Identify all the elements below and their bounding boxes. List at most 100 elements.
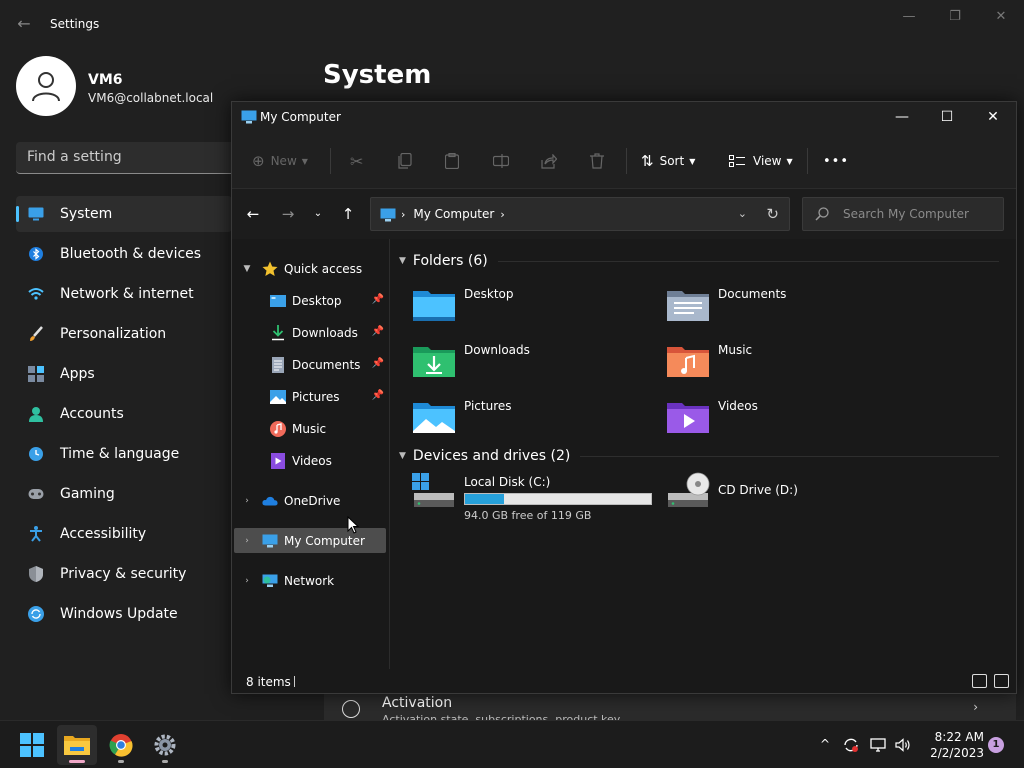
pin-icon[interactable]: 📌 <box>372 326 384 337</box>
settings-nav-bluetooth[interactable]: Bluetooth & devices <box>16 236 232 272</box>
settings-nav-accounts[interactable]: Accounts <box>16 396 232 432</box>
settings-nav-network[interactable]: Network & internet <box>16 276 232 312</box>
back-button[interactable]: ← <box>243 205 263 223</box>
notification-badge[interactable]: 1 <box>988 737 1004 753</box>
chevron-right-icon[interactable]: › <box>242 496 252 506</box>
nav-label: OneDrive <box>284 493 341 508</box>
settings-nav-label: Privacy & security <box>60 566 187 582</box>
taskbar: ^ 8:22 AM 2/2/2023 1 <box>0 720 1024 768</box>
nav-music[interactable]: Music <box>234 416 386 441</box>
forward-button[interactable]: → <box>278 205 298 223</box>
refresh-icon[interactable]: ↻ <box>766 205 779 223</box>
chevron-right-icon[interactable]: › <box>242 576 252 586</box>
network-status-icon[interactable] <box>870 737 886 757</box>
settings-nav-gaming[interactable]: Gaming <box>16 476 232 512</box>
maximize-button[interactable]: ☐ <box>932 106 962 128</box>
settings-nav-windows-update[interactable]: Windows Update <box>16 596 232 632</box>
drive-local-disk-c[interactable]: Local Disk (C:) 94.0 GB free of 119 GB <box>412 471 662 522</box>
chevron-right-icon[interactable]: › <box>242 536 252 546</box>
volume-icon[interactable] <box>895 737 911 757</box>
address-bar[interactable]: › My Computer › ⌄ ↻ <box>370 197 790 231</box>
settings-nav-personalization[interactable]: Personalization <box>16 316 232 352</box>
user-profile[interactable]: VM6 VM6@collabnet.local <box>16 56 236 118</box>
settings-search-input[interactable]: Find a setting <box>16 142 236 174</box>
chevron-right-icon: › <box>973 700 978 714</box>
chevron-down-icon[interactable]: ▼ <box>242 264 252 274</box>
hard-drive-icon <box>412 473 454 507</box>
settings-close-button[interactable]: ✕ <box>984 8 1018 26</box>
nav-pictures[interactable]: Pictures 📌 <box>234 384 386 409</box>
drives-group-header[interactable]: ▼ Devices and drives (2) <box>399 448 999 464</box>
rename-button[interactable] <box>493 151 509 171</box>
divider <box>580 455 999 457</box>
settings-minimize-button[interactable]: — <box>892 8 926 26</box>
folder-videos[interactable]: Videos <box>666 395 906 441</box>
status-bar: 8 items <box>232 669 1016 693</box>
chevron-down-icon: ▼ <box>689 156 696 166</box>
nav-network[interactable]: › Network <box>234 568 386 593</box>
copy-button[interactable] <box>398 151 412 171</box>
recent-locations-button[interactable]: ⌄ <box>308 205 328 223</box>
activation-row[interactable]: Activation Activation state, subscriptio… <box>324 690 1016 720</box>
drive-cd-d[interactable]: CD Drive (D:) <box>666 471 906 517</box>
folder-documents[interactable]: Documents <box>666 283 906 329</box>
delete-button[interactable] <box>590 151 604 171</box>
start-button[interactable] <box>12 725 52 765</box>
nav-onedrive[interactable]: › OneDrive <box>234 488 386 513</box>
share-button[interactable] <box>541 151 557 171</box>
close-button[interactable]: ✕ <box>978 106 1008 128</box>
folder-name: Desktop <box>464 287 514 301</box>
accessibility-icon <box>28 526 44 542</box>
nav-my-computer[interactable]: › My Computer <box>234 528 386 553</box>
settings-nav-system[interactable]: System <box>16 196 232 232</box>
document-icon <box>270 356 286 373</box>
pin-icon[interactable]: 📌 <box>372 294 384 305</box>
navigation-pane: ▼ Quick access Desktop 📌 Downloads 📌 Doc… <box>232 239 390 669</box>
cut-button[interactable]: ✂ <box>350 151 363 171</box>
folder-downloads[interactable]: Downloads <box>412 339 652 385</box>
folders-group-header[interactable]: ▼ Folders (6) <box>399 253 999 269</box>
new-button[interactable]: ⊕ New ▼ <box>252 151 308 171</box>
sync-alert-icon[interactable] <box>843 737 859 757</box>
settings-nav-time-language[interactable]: Time & language <box>16 436 232 472</box>
address-dropdown-icon[interactable]: ⌄ <box>738 207 747 220</box>
up-button[interactable]: ↑ <box>338 205 358 223</box>
view-button[interactable]: View ▼ <box>729 151 793 171</box>
folder-music[interactable]: Music <box>666 339 906 385</box>
content-pane: ▼ Folders (6) Desktop Documents Download… <box>391 239 1016 669</box>
paste-button[interactable] <box>445 151 459 171</box>
breadcrumb-item[interactable]: My Computer <box>413 207 494 221</box>
taskbar-settings[interactable] <box>145 725 185 765</box>
back-arrow-icon[interactable]: ← <box>14 14 34 34</box>
taskbar-chrome[interactable] <box>101 725 141 765</box>
settings-nav-apps[interactable]: Apps <box>16 356 232 392</box>
settings-restore-button[interactable]: ❐ <box>938 8 972 26</box>
chevron-right-icon[interactable]: › <box>500 208 504 221</box>
pin-icon[interactable]: 📌 <box>372 358 384 369</box>
minimize-button[interactable]: — <box>887 106 917 128</box>
taskbar-file-explorer[interactable] <box>57 725 97 765</box>
nav-quick-access[interactable]: ▼ Quick access <box>234 256 386 281</box>
folder-desktop[interactable]: Desktop <box>412 283 652 329</box>
sort-button[interactable]: ⇅ Sort ▼ <box>641 151 695 171</box>
show-hidden-icons-button[interactable]: ^ <box>820 737 830 751</box>
more-options-button[interactable]: ••• <box>823 151 849 171</box>
nav-documents[interactable]: Documents 📌 <box>234 352 386 377</box>
folder-pictures[interactable]: Pictures <box>412 395 652 441</box>
settings-nav-privacy[interactable]: Privacy & security <box>16 556 232 592</box>
search-box[interactable] <box>802 197 1004 231</box>
folder-name: Videos <box>718 399 758 413</box>
large-icons-view-button[interactable] <box>994 674 1009 688</box>
nav-downloads[interactable]: Downloads 📌 <box>234 320 386 345</box>
drive-name: Local Disk (C:) <box>464 475 551 489</box>
settings-nav-accessibility[interactable]: Accessibility <box>16 516 232 552</box>
details-view-button[interactable] <box>972 674 987 688</box>
drive-free-space: 94.0 GB free of 119 GB <box>464 509 592 522</box>
search-input[interactable] <box>843 207 993 221</box>
nav-desktop[interactable]: Desktop 📌 <box>234 288 386 313</box>
pin-icon[interactable]: 📌 <box>372 390 384 401</box>
pictures-folder-icon <box>413 403 455 433</box>
system-clock[interactable]: 8:22 AM 2/2/2023 <box>922 729 984 761</box>
explorer-titlebar[interactable]: My Computer — ☐ ✕ <box>232 102 1016 132</box>
nav-videos[interactable]: Videos <box>234 448 386 473</box>
